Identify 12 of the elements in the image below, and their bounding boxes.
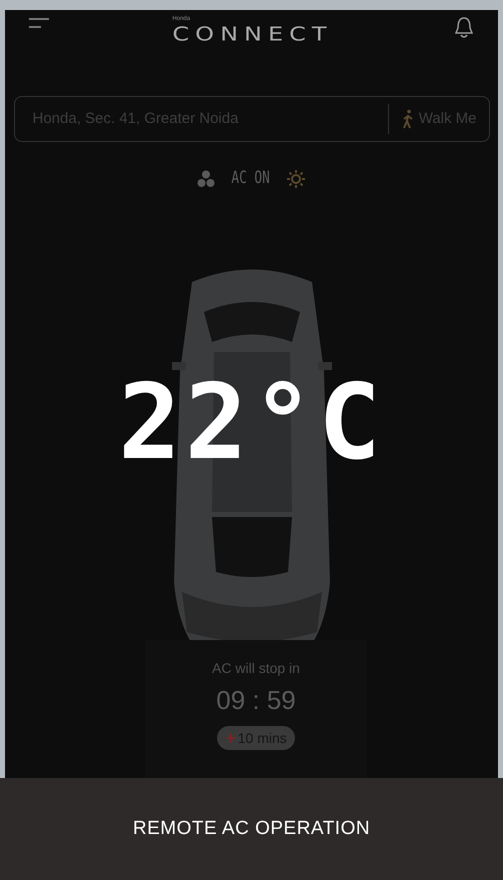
- timer-label: AC will stop in: [212, 659, 300, 678]
- plus-sign: +: [225, 729, 236, 747]
- sun-icon: [286, 168, 306, 189]
- menu-icon[interactable]: [29, 16, 51, 30]
- bell-icon[interactable]: [454, 16, 474, 40]
- countdown-text: 09 : 59: [216, 684, 296, 717]
- fan-icon: [196, 170, 215, 188]
- caption-text: REMOTE AC OPERATION: [132, 816, 370, 841]
- ac-status-text: AC ON: [231, 167, 270, 190]
- walking-person-icon: [400, 109, 415, 129]
- temperature-display: 22°C: [118, 370, 385, 474]
- logo: CONNECT: [172, 24, 333, 44]
